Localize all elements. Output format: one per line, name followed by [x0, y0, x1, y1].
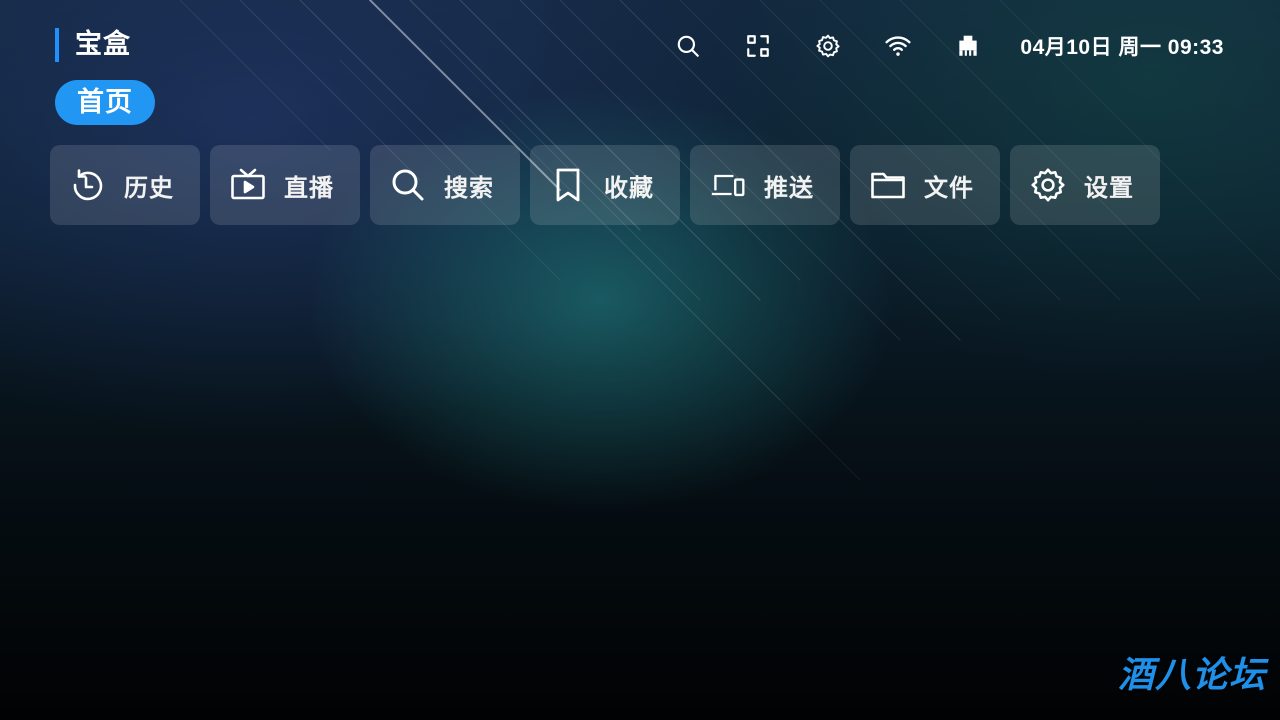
menu-item-label: 设置	[1084, 173, 1134, 202]
datetime-display: 04月10日 周一 09:33	[1020, 36, 1224, 59]
menu-item-files[interactable]: 文件	[850, 145, 1000, 225]
menu-item-label: 搜索	[444, 173, 494, 202]
menu-item-live[interactable]: 直播	[210, 145, 360, 225]
menu-item-label: 文件	[924, 173, 974, 202]
watermark-logo: 酒八论坛	[1117, 655, 1266, 696]
menu-item-history[interactable]: 历史	[50, 145, 200, 225]
background-streaks	[179, 0, 1280, 481]
tab-home[interactable]: 首页	[55, 80, 155, 125]
wifi-icon[interactable]	[884, 32, 912, 60]
menu-item-settings[interactable]: 设置	[1010, 145, 1160, 225]
gear-icon[interactable]	[814, 32, 842, 60]
status-bar: 04月10日 周一 09:33	[674, 30, 1224, 62]
qr-scan-icon[interactable]	[744, 32, 772, 60]
search-icon	[390, 167, 426, 203]
app-title: 宝盒	[55, 28, 131, 62]
menu-item-search[interactable]: 搜索	[370, 145, 520, 225]
history-icon	[70, 167, 106, 203]
menu-item-label: 推送	[764, 173, 814, 202]
menu-item-label: 直播	[284, 173, 334, 202]
folder-icon	[870, 167, 906, 203]
search-icon[interactable]	[674, 32, 702, 60]
menu-item-push[interactable]: 推送	[690, 145, 840, 225]
menu-item-label: 历史	[124, 173, 174, 202]
devices-icon	[710, 167, 746, 203]
gear-icon	[1030, 167, 1066, 203]
tv-icon	[230, 167, 266, 203]
menu-item-favorites[interactable]: 收藏	[530, 145, 680, 225]
menu-item-label: 收藏	[604, 173, 654, 202]
menu-row: 历史 直播 搜索 收藏 推送 文件 设置	[50, 145, 1170, 225]
bookmark-icon	[550, 167, 586, 203]
ethernet-icon[interactable]	[954, 32, 982, 60]
